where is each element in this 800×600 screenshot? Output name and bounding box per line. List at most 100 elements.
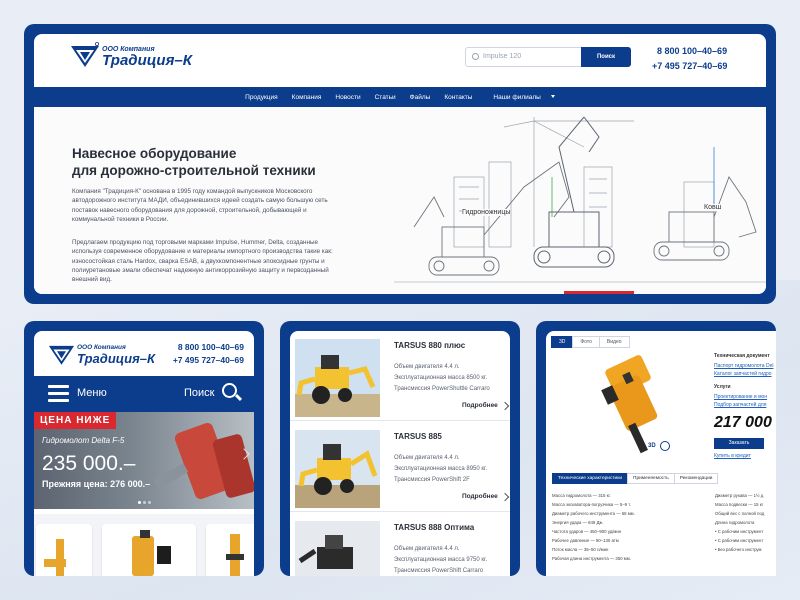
rotate-3d-icon[interactable] xyxy=(660,441,670,451)
list-item[interactable]: TARSUS 888 Оптима Объем двигателя 4.4 л.… xyxy=(290,513,510,576)
hero-section: Навесное оборудование для дорожно-строит… xyxy=(34,107,766,294)
header-phones: 8 800 100–40–69 +7 495 727–40–69 xyxy=(164,341,244,367)
mobile-screen-catalog: TARSUS 880 плюс Объем двигателя 4.4 л. Э… xyxy=(290,331,510,576)
spec-row: Диаметр рабочего инструмента — 68 мм. xyxy=(552,511,635,516)
tab-video[interactable]: Видео xyxy=(598,336,630,348)
nav-item-contacts[interactable]: Контакты xyxy=(437,94,479,101)
product-image xyxy=(295,521,380,576)
logo-mark-icon xyxy=(48,345,75,365)
search-icon xyxy=(472,53,479,60)
main-nav: Продукция Компания Новости Статьи Файлы … xyxy=(34,87,766,107)
spec-row: Масса экскаватора-погрузчика — 5–9 т. xyxy=(552,502,631,507)
list-item[interactable]: TARSUS 885 Объем двигателя 4.4 л. Эксплу… xyxy=(290,422,510,512)
hero-paragraph-2: Предлагаем продукцию под торговыми марка… xyxy=(72,239,333,284)
promo-banner[interactable]: ЦЕНА НИЖЕ Гидромолот Delta F-5 235 000.–… xyxy=(34,412,254,509)
product-image xyxy=(295,430,380,508)
chevron-right-icon[interactable] xyxy=(500,401,510,411)
phone-2[interactable]: +7 495 727–40–69 xyxy=(164,354,244,367)
desktop-screen: ООО Компания Традиция–К Impulse 120 Поис… xyxy=(34,34,766,294)
search-button[interactable]: Поиск xyxy=(581,47,631,67)
hero-paragraph-1: Компания "Традиция-К" основана в 1995 го… xyxy=(72,188,328,223)
product-title[interactable]: TARSUS 888 Оптима xyxy=(394,523,474,532)
nav-item-news[interactable]: Новости xyxy=(328,94,367,101)
service-link-1[interactable]: Проектирование и мон xyxy=(714,394,767,400)
product-spec: Трансмиссия PowerShift Carraro xyxy=(394,568,484,574)
company-logo[interactable]: ООО Компания Традиция–К xyxy=(70,42,192,68)
product-spec: Объем двигателя 4.4 л. xyxy=(394,455,460,461)
view-3d-label[interactable]: 3D xyxy=(648,443,656,449)
hero-title-line2: для дорожно-строительной техники xyxy=(72,163,316,178)
promo-old-price: Прежняя цена: 276 000.– xyxy=(42,479,151,489)
phone-1[interactable]: 8 800 100–40–69 xyxy=(657,44,727,59)
spec-row: Общий вес с полной под xyxy=(715,511,765,516)
spec-row: Диаметр рукава — 1½ д xyxy=(715,493,764,498)
spec-row: Поток масла — 35–50 л/мин xyxy=(552,547,609,552)
logo-name: Традиция–К xyxy=(102,52,192,69)
promo-subtitle: Гидромолот Delta F-5 xyxy=(42,436,125,445)
product-card[interactable] xyxy=(206,524,254,576)
spec-row: Рабочая длина инструмента — 350 мм. xyxy=(552,556,631,561)
nav-item-company[interactable]: Компания xyxy=(285,94,329,101)
product-image xyxy=(295,339,380,417)
mobile-device-frame-2: TARSUS 880 плюс Объем двигателя 4.4 л. Э… xyxy=(280,321,520,576)
hero-title-line1: Навесное оборудование xyxy=(72,146,237,161)
company-logo[interactable]: ООО Компания Традиция–К xyxy=(48,342,155,366)
header-phones: 8 800 100–40–69 +7 495 727–40–69 xyxy=(652,44,727,74)
nav-item-files[interactable]: Файлы xyxy=(403,94,438,101)
product-spec: Эксплуатационная масса 8500 кг. xyxy=(394,375,488,381)
product-spec: Трансмиссия PowerShuttle Carraro xyxy=(394,386,490,392)
doc-link-passport[interactable]: Паспорт гидромолота Del xyxy=(714,363,773,369)
credit-link[interactable]: Купить в кредит xyxy=(714,453,751,459)
list-item[interactable]: TARSUS 880 плюс Объем двигателя 4.4 л. Э… xyxy=(290,331,510,421)
label-bucket: Ковш xyxy=(704,204,722,211)
tab-applicability[interactable]: Применяемость xyxy=(627,473,675,484)
spec-tabs: Технические характеристики Применяемость… xyxy=(552,473,719,484)
spec-row: Масса гидромолота — 315 кг. xyxy=(552,493,611,498)
product-spec: Объем двигателя 4.4 л. xyxy=(394,546,460,552)
product-title[interactable]: TARSUS 885 xyxy=(394,432,442,441)
tab-recommendations[interactable]: Рекомендации xyxy=(673,473,719,484)
search-placeholder: Impulse 120 xyxy=(483,53,522,60)
mobile-toolbar: Меню Поиск xyxy=(34,376,254,412)
search-icon[interactable] xyxy=(222,383,237,398)
spec-row: • Без рабочего инструм xyxy=(715,547,762,552)
search-input[interactable]: Impulse 120 xyxy=(465,47,581,67)
tab-3d[interactable]: 3D xyxy=(551,336,574,348)
product-price: 217 000 xyxy=(714,414,772,431)
doc-link-catalog[interactable]: Каталог запчастей гидро xyxy=(714,371,772,377)
product-card[interactable] xyxy=(102,524,196,576)
search-button[interactable]: Поиск xyxy=(184,387,214,399)
docs-title: Техническая документ xyxy=(714,353,770,359)
product-title[interactable]: TARSUS 880 плюс xyxy=(394,341,465,350)
chevron-down-icon xyxy=(550,95,555,99)
hydraulic-hammer-image xyxy=(153,422,254,500)
product-spec: Эксплуатационная масса 8950 кг. xyxy=(394,466,488,472)
tab-photo[interactable]: Фото xyxy=(572,336,600,348)
phone-2[interactable]: +7 495 727–40–69 xyxy=(652,59,727,74)
nav-item-branches[interactable]: Наши филиалы xyxy=(479,94,561,101)
nav-branches-label: Наши филиалы xyxy=(493,93,541,101)
menu-icon[interactable] xyxy=(48,385,69,402)
product-image xyxy=(44,539,66,576)
product-card[interactable] xyxy=(36,524,92,576)
menu-button[interactable]: Меню xyxy=(77,387,107,399)
nav-item-products[interactable]: Продукция xyxy=(238,94,285,101)
tab-specs[interactable]: Технические характеристики xyxy=(552,473,629,484)
nav-item-articles[interactable]: Статьи xyxy=(368,94,403,101)
more-link[interactable]: Подробнее xyxy=(462,402,498,409)
service-link-2[interactable]: Подбор запчастей для xyxy=(714,402,766,408)
product-image xyxy=(132,530,171,576)
carousel-dots[interactable] xyxy=(138,501,151,504)
order-button[interactable]: Заказать xyxy=(714,438,764,449)
more-link[interactable]: Подробнее xyxy=(462,493,498,500)
mobile-screen-product: 3D Фото Видео 3D Техническая документ Па… xyxy=(546,331,776,576)
hero-title: Навесное оборудование для дорожно-строит… xyxy=(72,145,372,179)
product-spec: Эксплуатационная масса 9750 кг. xyxy=(394,557,488,563)
phone-1[interactable]: 8 800 100–40–69 xyxy=(164,341,244,354)
sale-badge: ЦЕНА НИЖЕ xyxy=(34,412,117,429)
chevron-right-icon[interactable] xyxy=(500,492,510,502)
logo-mark-icon xyxy=(71,42,99,67)
spec-row: Частота ударов — 450–900 уд/мин xyxy=(552,529,622,534)
media-tabs: 3D Фото Видео xyxy=(551,336,630,348)
services-title: Услуги xyxy=(714,384,731,390)
